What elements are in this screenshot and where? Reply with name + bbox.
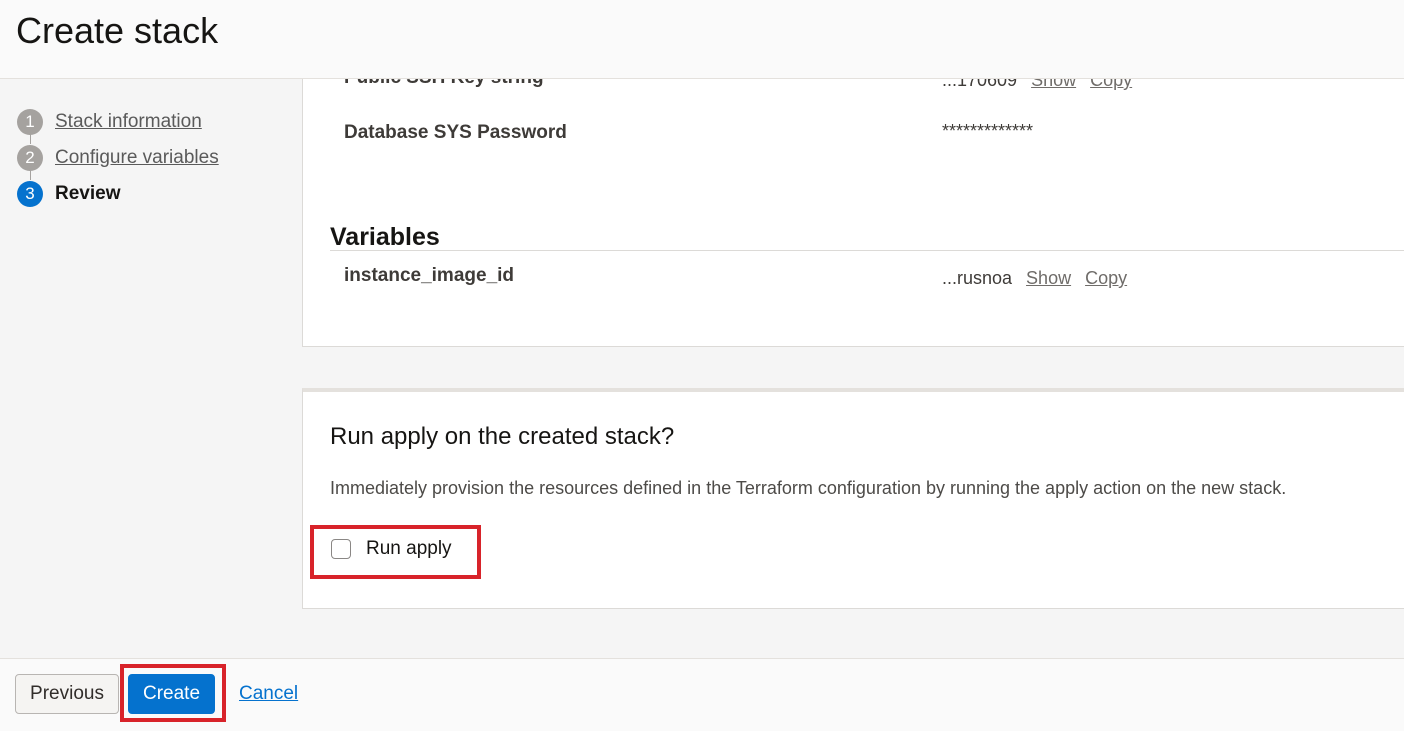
cancel-link[interactable]: Cancel [239,683,298,705]
step-label-stack-information[interactable]: Stack information [55,111,202,133]
wizard-footer: Previous Create Cancel [0,658,1404,731]
ssh-key-copy-link[interactable]: Copy [1090,79,1132,91]
instance-image-id-copy-link[interactable]: Copy [1085,268,1127,289]
step-label-review: Review [55,183,121,204]
ssh-key-show-link[interactable]: Show [1031,79,1076,91]
db-password-value: ************* [942,121,1034,141]
instance-image-id-show-link[interactable]: Show [1026,268,1071,289]
run-apply-description: Immediately provision the resources defi… [330,478,1287,498]
step-number: 2 [17,145,43,171]
run-apply-panel: Run apply on the created stack? Immediat… [302,388,1404,609]
run-apply-title: Run apply on the created stack? [330,423,675,450]
step-number: 3 [17,181,43,207]
review-panel: Public SSH Key string ...170609 Show Cop… [302,79,1404,347]
instance-image-id-value-row: ...rusnoa Show Copy [942,268,1127,289]
instance-image-id-label: instance_image_id [344,265,515,286]
page-title: Create stack [16,10,219,51]
step-number: 1 [17,109,43,135]
ssh-key-value: ...170609 [942,79,1018,90]
run-apply-checkbox-row[interactable]: Run apply [331,538,452,560]
step-stack-information[interactable]: 1 Stack information [17,108,202,136]
db-password-label: Database SYS Password [344,122,567,143]
db-password-value-row: ************* [942,121,1033,142]
step-label-configure-variables[interactable]: Configure variables [55,147,219,169]
instance-image-id-value: ...rusnoa [942,268,1013,288]
previous-button[interactable]: Previous [15,674,119,714]
section-divider [330,250,1404,251]
variables-section-title: Variables [330,223,440,251]
page-header: Create stack [0,0,1404,79]
run-apply-checkbox-label[interactable]: Run apply [366,538,452,560]
step-review: 3 Review [17,180,120,208]
step-configure-variables[interactable]: 2 Configure variables [17,144,219,172]
ssh-key-value-row: ...170609 Show Copy [942,79,1132,91]
ssh-key-label: Public SSH Key string [344,79,544,89]
create-button[interactable]: Create [128,674,215,714]
run-apply-checkbox[interactable] [331,539,351,559]
